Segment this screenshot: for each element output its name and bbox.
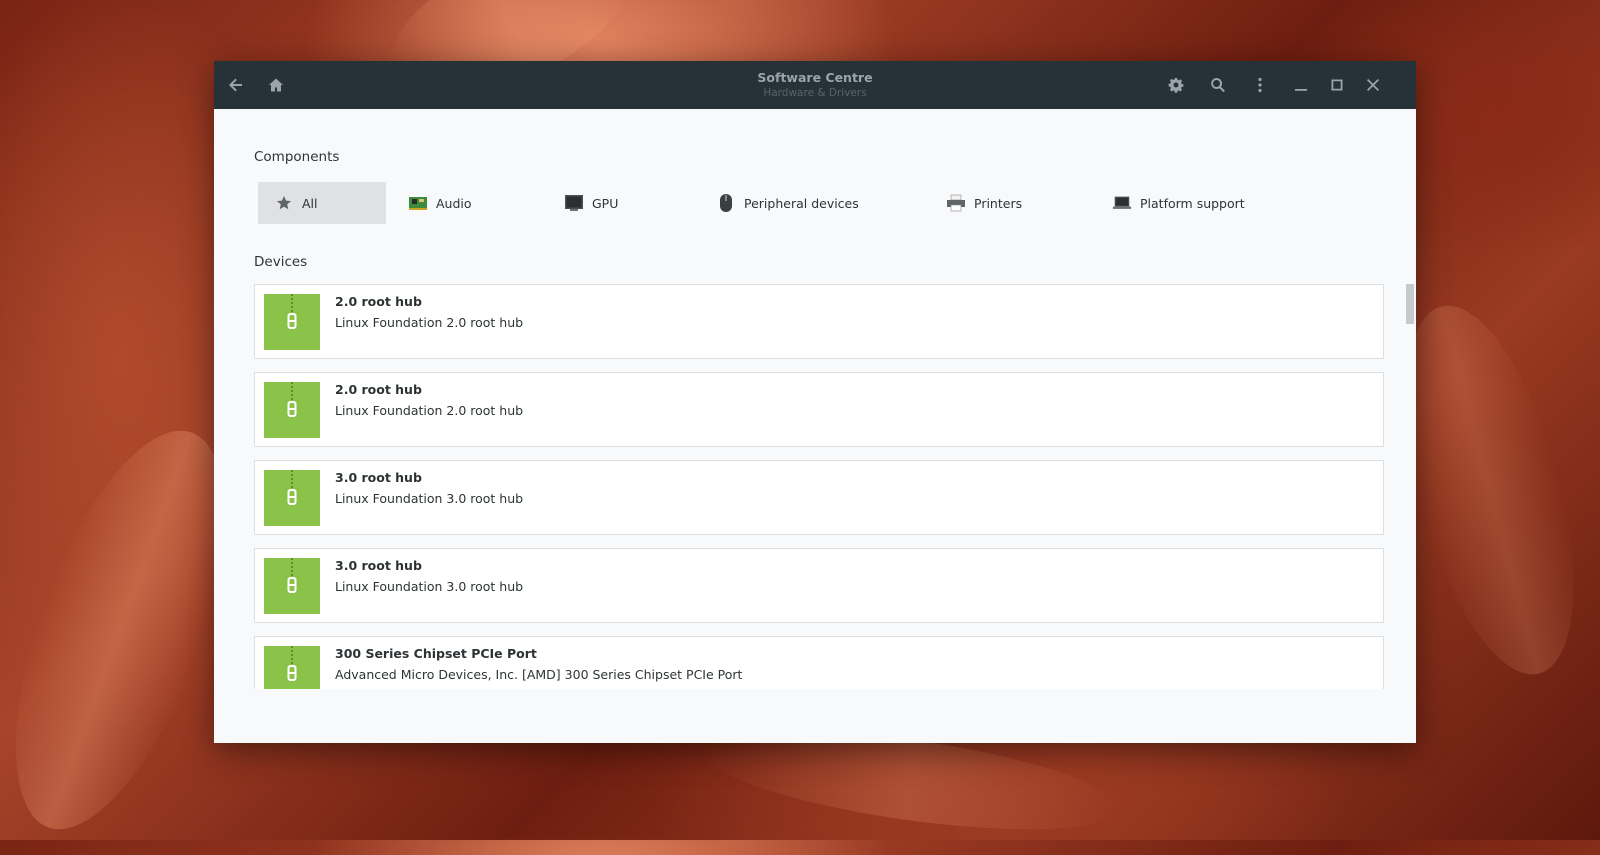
category-label: Platform support xyxy=(1140,195,1245,211)
category-bar: All Audio GPU Peripheral devices Printer… xyxy=(258,182,1408,224)
category-all[interactable]: All xyxy=(258,182,386,224)
close-icon xyxy=(1367,79,1379,91)
device-description: Advanced Micro Devices, Inc. [AMD] 300 S… xyxy=(335,667,743,682)
category-label: Audio xyxy=(436,195,472,211)
device-name: 3.0 root hub xyxy=(335,558,422,573)
maximize-button[interactable] xyxy=(1319,67,1355,103)
titlebar: Software Centre Hardware & Drivers xyxy=(214,61,1416,109)
category-peripheral-devices[interactable]: Peripheral devices xyxy=(716,182,859,224)
category-label: Peripheral devices xyxy=(744,195,859,211)
package-icon xyxy=(264,470,320,526)
device-name: 2.0 root hub xyxy=(335,294,422,309)
category-label: Printers xyxy=(974,195,1023,211)
device-row[interactable]: 2.0 root hub Linux Foundation 2.0 root h… xyxy=(254,372,1384,447)
settings-button[interactable] xyxy=(1158,67,1194,103)
category-printers[interactable]: Printers xyxy=(946,182,1022,224)
printer-icon xyxy=(946,193,966,213)
mouse-icon xyxy=(716,193,736,213)
components-heading: Components xyxy=(254,149,340,165)
package-icon xyxy=(264,646,320,689)
device-name: 300 Series Chipset PCIe Port xyxy=(335,646,537,661)
close-button[interactable] xyxy=(1355,67,1391,103)
package-icon xyxy=(264,558,320,614)
category-label: All xyxy=(302,195,318,211)
software-centre-window: Software Centre Hardware & Drivers Compo… xyxy=(214,61,1416,743)
device-description: Linux Foundation 2.0 root hub xyxy=(335,403,524,418)
minimize-button[interactable] xyxy=(1283,67,1319,103)
device-row[interactable]: 3.0 root hub Linux Foundation 3.0 root h… xyxy=(254,460,1384,535)
kebab-menu-icon xyxy=(1258,77,1262,93)
devices-heading: Devices xyxy=(254,254,308,270)
device-row[interactable]: 3.0 root hub Linux Foundation 3.0 root h… xyxy=(254,548,1384,623)
star-icon xyxy=(274,193,294,213)
device-description: Linux Foundation 2.0 root hub xyxy=(335,315,524,330)
sound-card-icon xyxy=(408,193,428,213)
category-audio[interactable]: Audio xyxy=(408,182,472,224)
device-name: 3.0 root hub xyxy=(335,470,422,485)
laptop-icon xyxy=(1112,193,1132,213)
gear-icon xyxy=(1168,78,1184,93)
search-button[interactable] xyxy=(1200,67,1236,103)
device-description: Linux Foundation 3.0 root hub xyxy=(335,491,524,506)
device-name: 2.0 root hub xyxy=(335,382,422,397)
menu-button[interactable] xyxy=(1242,67,1278,103)
maximize-icon xyxy=(1331,79,1343,91)
category-platform-support[interactable]: Platform support xyxy=(1112,182,1245,224)
device-description: Linux Foundation 3.0 root hub xyxy=(335,579,524,594)
monitor-icon xyxy=(564,193,584,213)
device-row[interactable]: 300 Series Chipset PCIe Port Advanced Mi… xyxy=(254,636,1384,689)
scrollbar[interactable] xyxy=(1406,284,1414,689)
device-list: 2.0 root hub Linux Foundation 2.0 root h… xyxy=(254,284,1384,689)
scroll-thumb[interactable] xyxy=(1406,284,1414,324)
package-icon xyxy=(264,382,320,438)
device-row[interactable]: 2.0 root hub Linux Foundation 2.0 root h… xyxy=(254,284,1384,359)
search-icon xyxy=(1211,78,1225,93)
category-label: GPU xyxy=(592,195,619,211)
package-icon xyxy=(264,294,320,350)
category-gpu[interactable]: GPU xyxy=(564,182,618,224)
minimize-icon xyxy=(1295,89,1307,91)
main-content: Components All Audio GPU Peripheral devi… xyxy=(214,109,1416,743)
